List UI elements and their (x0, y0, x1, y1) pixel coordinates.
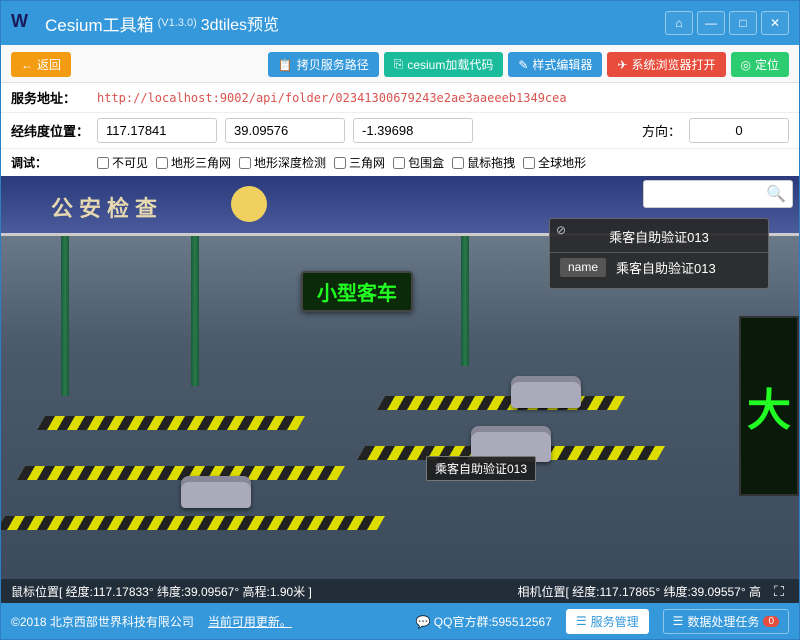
chk-invisible[interactable]: 不可见 (97, 154, 148, 171)
fullscreen-icon[interactable]: ⛶ (769, 581, 789, 601)
copyright: ©2018 北京西部世界科技有限公司 (11, 613, 194, 630)
app-title: Cesium工具箱 (45, 11, 154, 36)
open-browser-button[interactable]: ✈系统浏览器打开 (607, 52, 725, 77)
hazard-strip (17, 466, 345, 480)
lon-input[interactable] (97, 118, 217, 143)
pick-label: 乘客自助验证013 (426, 456, 536, 481)
code-icon: ⎘ (394, 57, 404, 72)
chk-global-terrain[interactable]: 全球地形 (523, 154, 586, 171)
canopy-emblem (231, 186, 267, 222)
arrow-left-icon: ← (21, 58, 33, 72)
qq-icon: 💬 (416, 615, 431, 629)
service-url: http://localhost:9002/api/folder/0234130… (97, 91, 567, 105)
style-editor-button[interactable]: ✎样式编辑器 (508, 52, 602, 77)
load-code-button[interactable]: ⎘cesium加载代码 (384, 52, 504, 77)
lane-sign: 小型客车 (301, 271, 413, 312)
debug-label: 调试： (11, 154, 89, 171)
feature-tooltip: ⊘ 乘客自助验证013 name 乘客自助验证013 (549, 218, 769, 289)
chk-bbox[interactable]: 包围盒 (393, 154, 444, 171)
coords-label: 经纬度位置： (11, 121, 89, 140)
maximize-button[interactable]: □ (729, 11, 757, 35)
debug-row: 调试： 不可见 地形三角网 地形深度检测 三角网 包围盒 鼠标拖拽 全球地形 (1, 149, 799, 176)
hazard-strip (377, 396, 625, 410)
data-tasks-button[interactable]: ☰数据处理任务0 (663, 609, 789, 634)
footer: ©2018 北京西部世界科技有限公司 当前可用更新。 💬 QQ官方群:59551… (1, 603, 799, 639)
app-logo: W (11, 11, 35, 35)
toolbar: ←返回 📋拷贝服务路径 ⎘cesium加载代码 ✎样式编辑器 ✈系统浏览器打开 … (1, 45, 799, 83)
back-button[interactable]: ←返回 (11, 52, 71, 77)
mouse-position: 鼠标位置[ 经度:117.17833° 纬度:39.09567° 高程:1.90… (11, 583, 312, 600)
car-model (181, 476, 251, 508)
minimize-button[interactable]: — (697, 11, 725, 35)
tooltip-title: 乘客自助验证013 (550, 225, 768, 253)
copy-icon: 📋 (278, 58, 293, 72)
titlebar: W Cesium工具箱 (V1.3.0) 3dtiles预览 ⌂ — □ ✕ (1, 1, 799, 45)
close-button[interactable]: ✕ (761, 11, 789, 35)
qq-group[interactable]: 💬 QQ官方群:595512567 (416, 613, 552, 630)
camera-position: 相机位置[ 经度:117.17865° 纬度:39.09557° 高 (518, 583, 762, 600)
cesium-viewport[interactable]: 公安检查 小型客车 大 🔍 ⊘ 乘客自助验证013 name 乘客自助验证013… (1, 176, 799, 603)
app-version: (V1.3.0) (158, 17, 197, 29)
tooltip-value: 乘客自助验证013 (616, 258, 758, 277)
hazard-strip (1, 516, 385, 530)
tasks-icon: ☰ (673, 614, 684, 628)
tooltip-key: name (560, 258, 606, 277)
chk-terrain-tri[interactable]: 地形三角网 (156, 154, 231, 171)
pole (461, 236, 469, 366)
chk-mouse-drag[interactable]: 鼠标拖拽 (452, 154, 515, 171)
lat-input[interactable] (225, 118, 345, 143)
list-icon: ☰ (576, 614, 587, 628)
service-mgmt-button[interactable]: ☰服务管理 (566, 609, 649, 634)
dir-input[interactable] (689, 118, 789, 143)
style-icon: ✎ (518, 58, 528, 72)
car-model (511, 376, 581, 408)
chk-tri[interactable]: 三角网 (334, 154, 385, 171)
send-icon: ✈ (617, 58, 627, 72)
status-bar: 鼠标位置[ 经度:117.17833° 纬度:39.09567° 高程:1.90… (1, 579, 799, 603)
hazard-strip (37, 416, 305, 430)
service-label: 服务地址： (11, 88, 89, 107)
update-notice[interactable]: 当前可用更新。 (208, 613, 292, 630)
alt-input[interactable] (353, 118, 473, 143)
service-row: 服务地址： http://localhost:9002/api/folder/0… (1, 83, 799, 113)
app-subtitle: 3dtiles预览 (201, 11, 279, 35)
search-icon: 🔍 (766, 184, 786, 204)
dir-label: 方向： (642, 121, 681, 140)
copy-path-button[interactable]: 📋拷贝服务路径 (268, 52, 379, 77)
chk-terrain-depth[interactable]: 地形深度检测 (239, 154, 326, 171)
target-icon: ◎ (741, 58, 751, 72)
pole (61, 236, 69, 396)
geocoder-search[interactable]: 🔍 (643, 180, 793, 208)
coords-row: 经纬度位置： 方向： (1, 113, 799, 149)
canopy-text: 公安检查 (51, 191, 163, 223)
home-button[interactable]: ⌂ (665, 11, 693, 35)
tooltip-close-icon[interactable]: ⊘ (556, 223, 574, 241)
locate-button[interactable]: ◎定位 (731, 52, 790, 77)
tasks-badge: 0 (763, 616, 779, 627)
pole (191, 236, 199, 386)
side-sign: 大 (739, 316, 799, 496)
